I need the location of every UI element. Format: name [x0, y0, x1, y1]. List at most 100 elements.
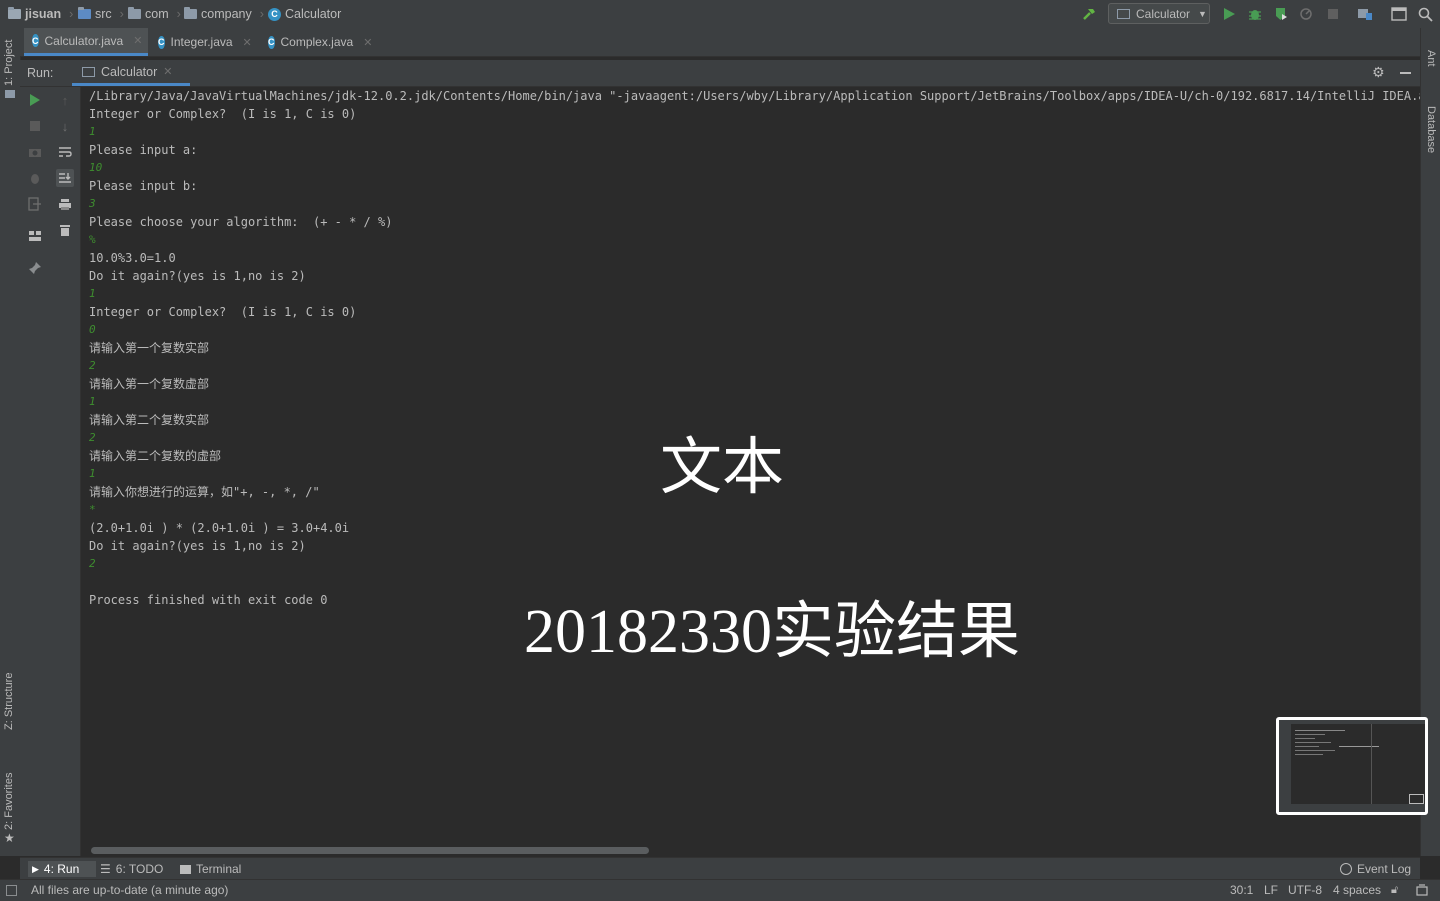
- debug-icon[interactable]: [1246, 5, 1264, 23]
- class-icon: C: [158, 35, 165, 49]
- ant-tool-button[interactable]: Ant: [1425, 50, 1437, 67]
- overlay-title: 文本: [660, 434, 785, 502]
- project-structure-icon[interactable]: [1356, 5, 1374, 23]
- arrow-up-icon[interactable]: ↑: [56, 91, 74, 109]
- profile-icon[interactable]: [1298, 5, 1316, 23]
- tool-windows-icon[interactable]: [6, 885, 17, 896]
- tab-label: Integer.java: [170, 35, 233, 49]
- class-icon: C: [268, 7, 281, 21]
- status-message: All files are up-to-date (a minute ago): [31, 883, 229, 897]
- rerun-icon[interactable]: [26, 91, 44, 109]
- console-icon: [82, 66, 95, 77]
- event-log-label: Event Log: [1357, 862, 1412, 876]
- arrow-down-icon[interactable]: ↓: [56, 117, 74, 135]
- preview-line: [1295, 750, 1335, 751]
- console-output-line: Process finished with exit code 0: [89, 593, 328, 607]
- tab-calculator-java[interactable]: C Calculator.java ✕: [24, 28, 148, 56]
- breadcrumb-company[interactable]: company ›: [184, 6, 264, 22]
- stop-icon[interactable]: [1324, 5, 1342, 23]
- preview-expand-icon: [1409, 794, 1424, 804]
- database-tool-button[interactable]: Database: [1425, 106, 1437, 153]
- indent-setting[interactable]: 4 spaces: [1333, 883, 1381, 897]
- tab-complex-java[interactable]: C Complex.java ✕: [260, 28, 376, 56]
- breadcrumb-com[interactable]: com ›: [128, 6, 181, 22]
- class-icon: C: [32, 34, 39, 47]
- console-output-line: 请输入你想进行的运算，如"+, -, *, /": [89, 485, 320, 499]
- console-output-line: Do it again?(yes is 1,no is 2): [89, 539, 306, 553]
- bug-icon[interactable]: [26, 169, 44, 187]
- run-configuration-select[interactable]: Calculator ▼: [1108, 3, 1210, 24]
- layout-icon[interactable]: [26, 227, 44, 245]
- breadcrumb-project[interactable]: jisuan ›: [8, 6, 73, 22]
- pin-icon[interactable]: [26, 259, 44, 277]
- console-output-line: Do it again?(yes is 1,no is 2): [89, 269, 306, 283]
- console-output-line: 请输入第二个复数的虚部: [89, 449, 222, 463]
- caret-position[interactable]: 30:1: [1230, 883, 1253, 897]
- coverage-icon[interactable]: [1272, 5, 1290, 23]
- memory-indicator-icon[interactable]: [1416, 884, 1428, 896]
- search-icon[interactable]: [1416, 5, 1434, 23]
- breadcrumb-separator: ›: [176, 7, 181, 21]
- breadcrumb-calculator[interactable]: C Calculator: [268, 6, 341, 22]
- horizontal-scrollbar[interactable]: [91, 847, 649, 854]
- breadcrumb-calculator-label: Calculator: [285, 7, 342, 21]
- close-icon[interactable]: ✕: [163, 65, 172, 78]
- soft-wrap-icon[interactable]: [56, 143, 74, 161]
- close-icon[interactable]: ✕: [243, 36, 252, 49]
- print-icon[interactable]: [56, 195, 74, 213]
- tab-label: Calculator.java: [44, 33, 124, 48]
- preview-navbar: [1279, 720, 1425, 724]
- favorites-tool-button[interactable]: 2: Favorites: [3, 773, 15, 830]
- todo-tool-label: 6: TODO: [115, 862, 164, 876]
- file-encoding[interactable]: UTF-8: [1288, 883, 1322, 897]
- line-separator[interactable]: LF: [1264, 883, 1278, 897]
- preview-line: [1295, 730, 1345, 731]
- structure-tool-button[interactable]: Z: Structure: [3, 673, 15, 730]
- console-user-input: 1: [89, 287, 96, 300]
- event-log-button[interactable]: Event Log: [1340, 861, 1411, 877]
- stop-icon[interactable]: [26, 117, 44, 135]
- todo-tool-button[interactable]: ☰ 6: TODO: [100, 861, 163, 877]
- list-icon: ☰: [100, 862, 111, 876]
- console-user-input: 0: [89, 323, 96, 336]
- breadcrumb-src[interactable]: src ›: [78, 6, 124, 22]
- close-icon[interactable]: ✕: [363, 36, 372, 49]
- scroll-to-end-icon[interactable]: [56, 169, 74, 187]
- camera-icon[interactable]: [26, 143, 44, 161]
- screenshot-preview-thumbnail[interactable]: [1276, 717, 1428, 815]
- console-output-line: Please input a:: [89, 143, 198, 157]
- close-icon[interactable]: ✕: [133, 34, 142, 47]
- preview-line: [1295, 754, 1323, 755]
- star-icon: ★: [4, 831, 15, 845]
- run-icon[interactable]: [1220, 5, 1238, 23]
- console-output-line: 10.0%3.0=1.0: [89, 251, 176, 265]
- run-tool-label: 4: Run: [43, 862, 80, 876]
- gear-icon[interactable]: ⚙: [1372, 64, 1388, 80]
- lock-icon[interactable]: 🔓︎: [1391, 884, 1398, 897]
- breadcrumb-company-label: company: [201, 7, 252, 21]
- window-icon[interactable]: [1390, 5, 1408, 23]
- bottom-tool-bar: ▶ 4: Run ☰ 6: TODO Terminal Event Log: [20, 857, 1420, 880]
- run-tab-calculator[interactable]: Calculator ✕: [72, 60, 190, 86]
- trash-icon[interactable]: [56, 221, 74, 239]
- console-output-line: 请输入第一个复数虚部: [89, 377, 210, 391]
- class-icon: C: [268, 35, 275, 49]
- preview-line: [1295, 746, 1319, 747]
- terminal-tool-button[interactable]: Terminal: [180, 861, 241, 877]
- favorites-tool-label: 2: Favorites: [3, 772, 15, 830]
- run-panel-label: Run:: [27, 66, 54, 80]
- build-hammer-icon[interactable]: [1080, 5, 1098, 23]
- run-tab-label: Calculator: [101, 64, 158, 79]
- run-configuration-label: Calculator: [1136, 6, 1191, 21]
- console-output-line: Please choose your algorithm: (+ - * / %…: [89, 215, 393, 229]
- preview-line: [1295, 738, 1315, 739]
- project-tool-button[interactable]: 1: Project: [3, 40, 15, 86]
- package-icon: [184, 7, 197, 19]
- exit-icon[interactable]: [26, 195, 44, 213]
- tab-integer-java[interactable]: C Integer.java ✕: [150, 28, 258, 56]
- minimize-icon[interactable]: [1400, 72, 1411, 74]
- run-tool-button[interactable]: ▶ 4: Run: [28, 861, 96, 877]
- run-panel-header: Run: Calculator ✕ ⚙: [20, 60, 1420, 87]
- console-output-line: Please input b:: [89, 179, 198, 193]
- ant-tool-label: Ant: [1425, 50, 1437, 67]
